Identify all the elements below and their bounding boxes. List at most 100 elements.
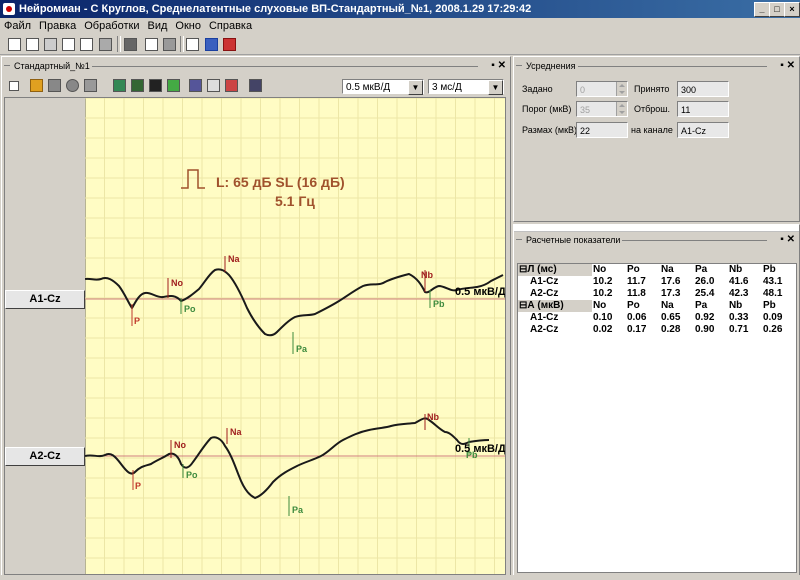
peak-label-nb[interactable]: Nb [421,270,433,280]
cell: 0.92 [694,312,715,323]
open-doc-icon[interactable] [24,37,40,52]
peak-label-no[interactable]: No [174,440,186,450]
print-icon[interactable] [60,37,76,52]
toolbar-separator [117,36,121,52]
save-icon[interactable] [42,37,58,52]
header-cell: No [592,264,607,275]
peak-label-no[interactable]: No [171,278,183,288]
filter-icon[interactable] [82,78,98,93]
window-title: Нейромиан - С Круглов, Среднелатентные с… [19,3,532,15]
peak-label-pb[interactable]: Pb [433,299,445,309]
kanal-field: A1-Cz [677,122,729,138]
peak-label-pa[interactable]: Pa [292,505,304,515]
header-cell: Pb [762,264,776,275]
export-icon[interactable] [184,37,200,52]
razmah-value: 22 [580,126,591,136]
waveform-panel: Стандартный_№1 ▪ ✕ 0.5 мкВ/Д ▼ 3 мс/Д ▼ … [1,56,511,576]
acquire-icon[interactable] [97,37,113,52]
peak-label-na[interactable]: Na [230,427,242,437]
panel-grip [516,239,522,240]
peak-label-nb[interactable]: Nb [427,412,439,422]
chevron-down-icon[interactable]: ▼ [408,80,423,95]
panel-header: Усреднения ▪ ✕ [516,59,797,73]
cell: 0.02 [592,324,613,335]
app-icon [3,3,15,15]
report-icon[interactable] [161,37,177,52]
group-row-amplitude[interactable]: ⊟А (мкВ) No Po Na Pa Nb Pb [518,300,796,312]
maximize-button[interactable]: □ [769,2,785,17]
row-channel: A1-Cz [530,312,559,323]
status-bar [0,575,800,580]
chevron-down-icon[interactable]: ▼ [488,80,503,95]
delete-icon[interactable] [221,37,237,52]
menu-view[interactable]: Вид [143,18,171,34]
grid-icon[interactable] [203,37,219,52]
forward-icon[interactable] [46,78,62,93]
menu-window[interactable]: Окно [171,18,205,34]
panel-grip [516,65,522,66]
channel-button-a1-cz[interactable]: A1-Cz [5,290,85,309]
row-channel: A2-Cz [530,288,559,299]
print-preview-icon[interactable] [78,37,94,52]
otbrosh-field: 11 [677,101,729,117]
cell: 41.6 [728,276,749,287]
group-row-latency[interactable]: ⊟Л (мс) No Po Na Pa Nb Pb [518,264,796,276]
grid-toggle-icon[interactable] [187,78,203,93]
peak-label-p[interactable]: P [135,481,141,491]
panel-buttons[interactable]: ▪ ✕ [780,59,795,73]
peak-label-po[interactable]: Po [184,304,196,314]
settings-panel-icon[interactable] [247,78,263,93]
group-label[interactable]: ⊟Л (мс) [518,264,592,276]
wave-icon[interactable] [205,78,221,93]
sweep-select[interactable]: 3 мс/Д ▼ [428,79,504,95]
menu-edit[interactable]: Правка [35,18,80,34]
peaks-a-icon[interactable] [111,78,127,93]
cell: 0.10 [592,312,613,323]
print2-icon[interactable] [143,37,159,52]
spinner-icon[interactable] [616,102,627,116]
panel-buttons[interactable]: ▪ ✕ [491,59,506,73]
peaks-c-icon[interactable] [147,78,163,93]
zadano-field[interactable]: 0 [576,81,628,97]
peak-label-po[interactable]: Po [186,470,198,480]
spinner-icon[interactable] [616,82,627,96]
table-row[interactable]: A1-Cz 10.2 11.7 17.6 26.0 41.6 43.1 [518,276,796,288]
peaks-d-icon[interactable] [165,78,181,93]
group-label[interactable]: ⊟А (мкВ) [518,300,592,312]
waveform-view[interactable]: A1-Cz A2-Cz L: 65 дБ SL (16 дБ) 5.1 Гц P… [4,97,506,575]
menu-file[interactable]: Файл [0,18,35,34]
new-doc-icon[interactable] [6,37,22,52]
peak-label-na[interactable]: Na [228,254,240,264]
expand-icon[interactable] [6,78,22,93]
channel-button-a2-cz[interactable]: A2-Cz [5,447,85,466]
cell: 17.3 [660,288,681,299]
panel-title: Расчетные показатели [524,233,623,247]
kanal-value: A1-Cz [681,126,707,136]
gain-select[interactable]: 0.5 мкВ/Д ▼ [342,79,424,95]
cell: 0.71 [728,324,749,335]
porog-field[interactable]: 35 [576,101,628,117]
table-row[interactable]: A2-Cz 10.2 11.8 17.3 25.4 42.3 48.1 [518,288,796,300]
table-row[interactable]: A1-Cz 0.10 0.06 0.65 0.92 0.33 0.09 [518,312,796,324]
record-icon[interactable] [64,78,80,93]
reject-icon[interactable] [223,78,239,93]
panel-buttons[interactable]: ▪ ✕ [780,233,795,247]
table-row[interactable]: A2-Cz 0.02 0.17 0.28 0.90 0.71 0.26 [518,324,796,336]
cell: 0.17 [626,324,647,335]
menu-help[interactable]: Справка [205,18,256,34]
peak-label-p[interactable]: P [134,316,140,326]
header-cell: Pa [694,264,708,275]
minimize-button[interactable]: _ [754,2,770,17]
menu-processing[interactable]: Обработки [80,18,143,34]
peaks-b-icon[interactable] [129,78,145,93]
cell: 17.6 [660,276,681,287]
panel-grip [4,65,10,66]
settings-icon[interactable] [122,37,138,52]
stimulus-rate: 5.1 Гц [275,193,315,209]
panel-header: Расчетные показатели ▪ ✕ [516,233,797,247]
header-cell: No [592,300,607,311]
stimulus-icon[interactable] [28,78,44,93]
cell: 0.33 [728,312,749,323]
peak-label-pa[interactable]: Pa [296,344,308,354]
close-button[interactable]: × [784,2,800,17]
